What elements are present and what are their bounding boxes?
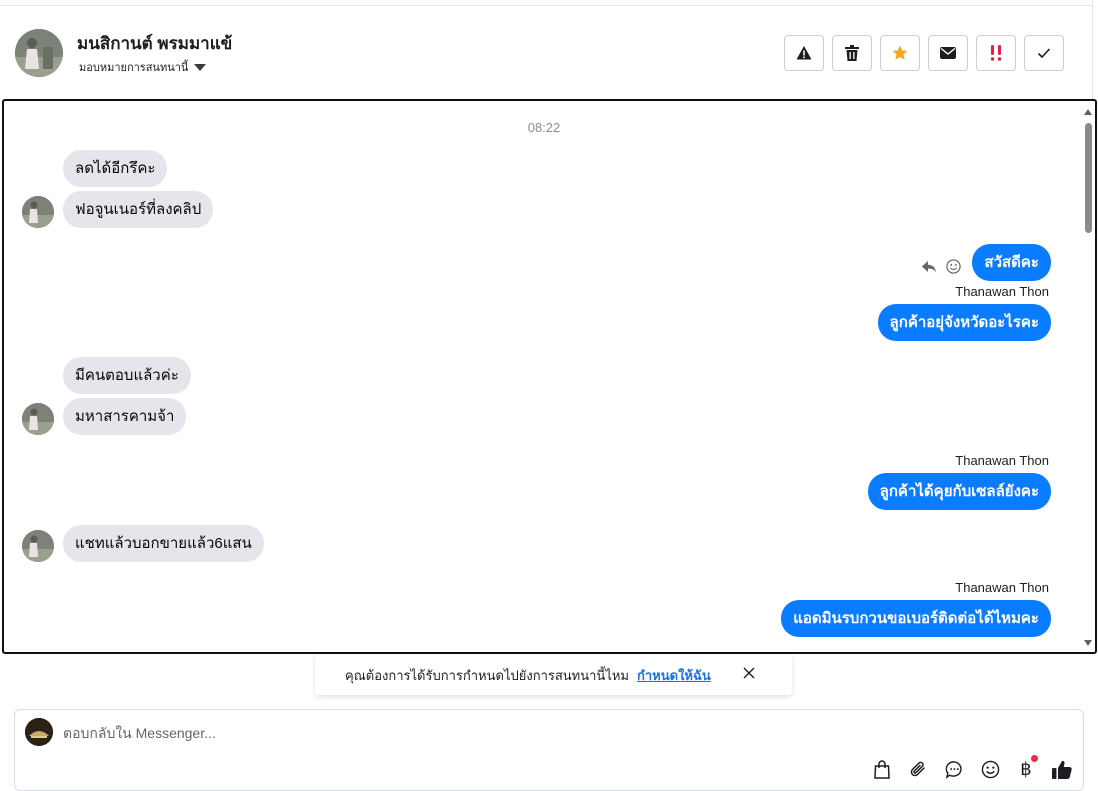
scroll-down-arrow-icon[interactable] bbox=[1084, 640, 1092, 646]
bag-icon bbox=[874, 759, 890, 779]
contact-name: มนสิกานต์ พรมมาแข้ bbox=[77, 34, 233, 53]
thread-scrollbar[interactable] bbox=[1083, 103, 1093, 650]
close-icon[interactable] bbox=[743, 667, 755, 679]
assign-prompt-banner: คุณต้องการได้รับการกำหนดไปยังการสนทนานี้… bbox=[315, 655, 792, 695]
saved-reply-icon bbox=[945, 760, 962, 779]
outgoing-message[interactable]: แอดมินรบกวนขอเบอร์ติดต่อได้ไหมคะ bbox=[781, 600, 1051, 637]
assign-label: มอบหมายการสนทนานี้ bbox=[79, 62, 189, 74]
reply-composer: ฿ bbox=[14, 709, 1084, 791]
message-hover-actions bbox=[922, 259, 961, 274]
outgoing-message[interactable]: ลูกค้าอยุ่จังหวัดอะไรคะ bbox=[877, 304, 1051, 341]
report-warning-button[interactable] bbox=[784, 35, 824, 71]
important-icon bbox=[990, 45, 1002, 61]
emoji-icon bbox=[981, 760, 999, 778]
incoming-message[interactable]: ฟอจูนเนอร์ที่ลงคลิป bbox=[63, 191, 214, 228]
sender-name: Thanawan Thon bbox=[955, 453, 1049, 468]
envelope-icon bbox=[940, 47, 956, 59]
outgoing-message[interactable]: สวัสดีคะ bbox=[972, 244, 1051, 281]
conversation-header: มนสิกานต์ พรมมาแข้ มอบหมายการสนทนานี้ bbox=[0, 6, 1092, 99]
message-thread[interactable]: 08:22 ลดได้อีกรึคะ ฟอจูนเนอร์ที่ลงคลิป ส… bbox=[2, 99, 1097, 654]
emoji-button[interactable] bbox=[978, 757, 1002, 781]
contact-avatar-small bbox=[22, 530, 54, 562]
payment-button[interactable]: ฿ bbox=[1014, 755, 1038, 781]
reply-input[interactable] bbox=[63, 723, 763, 743]
mark-done-button[interactable] bbox=[1024, 35, 1064, 71]
checkmark-icon bbox=[1037, 48, 1051, 59]
scrollbar-thumb[interactable] bbox=[1085, 123, 1092, 233]
like-button[interactable] bbox=[1050, 757, 1074, 781]
delete-button[interactable] bbox=[832, 35, 872, 71]
sender-name: Thanawan Thon bbox=[955, 580, 1049, 595]
attach-button[interactable] bbox=[906, 757, 930, 781]
incoming-message[interactable]: ลดได้อีกรึคะ bbox=[63, 150, 168, 187]
caret-down-icon bbox=[194, 63, 207, 71]
assign-to-me-link[interactable]: กำหนดให้ฉัน bbox=[637, 665, 711, 686]
incoming-message[interactable]: มหาสารคามจ้า bbox=[63, 398, 187, 435]
shop-button[interactable] bbox=[870, 757, 894, 781]
outgoing-message[interactable]: ลูกค้าได้คุยกับเซลล์ยังคะ bbox=[867, 473, 1051, 510]
right-divider bbox=[1092, 0, 1093, 100]
like-icon bbox=[1052, 760, 1072, 779]
saved-replies-button[interactable] bbox=[942, 757, 966, 781]
assign-prompt-text: คุณต้องการได้รับการกำหนดไปยังการสนทนานี้… bbox=[345, 667, 629, 683]
emoji-react-icon[interactable] bbox=[946, 259, 961, 274]
star-button[interactable] bbox=[880, 35, 920, 71]
composer-tools: ฿ bbox=[870, 755, 1074, 781]
incoming-message[interactable]: แชทแล้วบอกขายแล้ว6แสน bbox=[63, 525, 264, 562]
notification-dot bbox=[1031, 755, 1038, 762]
paperclip-icon bbox=[910, 761, 925, 777]
header-actions bbox=[784, 35, 1064, 71]
assign-conversation-dropdown[interactable]: มอบหมายการสนทนานี้ bbox=[79, 58, 207, 76]
message-timestamp: 08:22 bbox=[527, 120, 561, 135]
trash-icon bbox=[845, 45, 859, 61]
sender-name: Thanawan Thon bbox=[955, 284, 1049, 299]
page-avatar bbox=[25, 718, 53, 746]
contact-avatar[interactable] bbox=[15, 29, 63, 77]
incoming-message[interactable]: มีคนตอบแล้วค่ะ bbox=[63, 357, 191, 394]
scroll-up-arrow-icon[interactable] bbox=[1084, 109, 1092, 115]
reply-icon[interactable] bbox=[922, 260, 936, 273]
star-icon bbox=[892, 45, 908, 60]
mark-important-button[interactable] bbox=[976, 35, 1016, 71]
mark-unread-button[interactable] bbox=[928, 35, 968, 71]
warning-icon bbox=[796, 46, 812, 60]
baht-icon: ฿ bbox=[1020, 758, 1032, 780]
contact-avatar-small bbox=[22, 403, 54, 435]
contact-avatar-small bbox=[22, 196, 54, 228]
